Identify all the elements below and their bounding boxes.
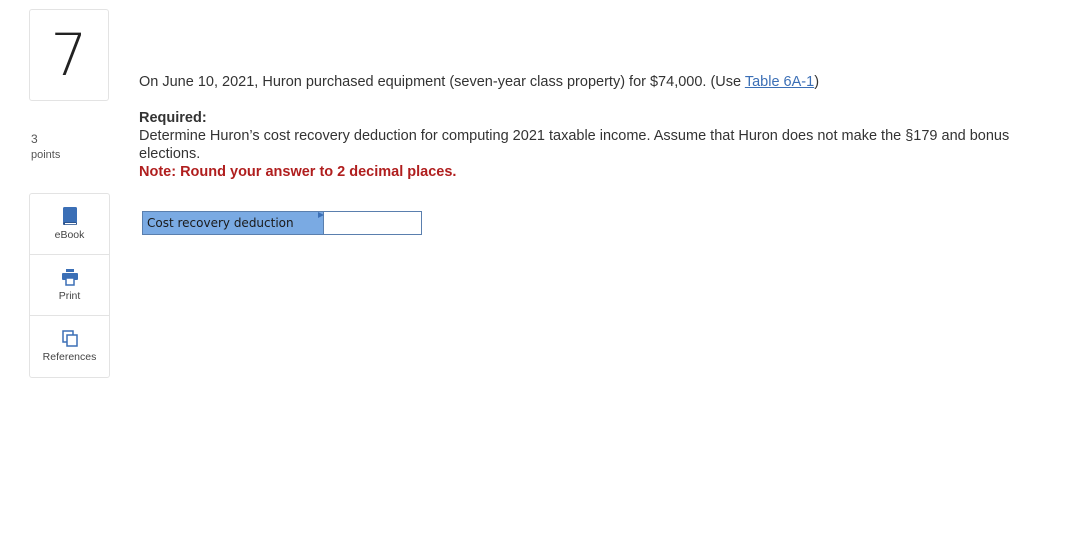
required-heading: Required: — [139, 110, 207, 126]
answer-table: Cost recovery deduction — [142, 211, 422, 235]
cell-marker-icon — [318, 212, 324, 218]
ebook-button[interactable]: eBook — [30, 194, 109, 255]
references-label: References — [42, 351, 97, 363]
print-label: Print — [58, 290, 81, 302]
print-button[interactable]: Print — [30, 255, 109, 316]
points-value: 3 — [31, 132, 38, 146]
printer-icon — [61, 267, 79, 287]
question-page: 7 3 points eBook Print References On Jun… — [0, 0, 1067, 534]
question-intro: On June 10, 2021, Huron purchased equipm… — [139, 72, 1049, 92]
table-6a-1-link[interactable]: Table 6A-1 — [745, 74, 814, 90]
ebook-label: eBook — [54, 229, 85, 241]
points-label: points — [31, 149, 61, 161]
answer-label: Cost recovery deduction — [147, 216, 294, 230]
references-button[interactable]: References — [30, 316, 109, 377]
book-icon — [62, 206, 78, 226]
question-number: 7 — [50, 21, 88, 89]
intro-text: On June 10, 2021, Huron purchased equipm… — [139, 74, 745, 90]
intro-close: ) — [814, 74, 820, 90]
question-body: On June 10, 2021, Huron purchased equipm… — [139, 72, 1049, 181]
question-prompt: Determine Huron’s cost recovery deductio… — [139, 128, 1010, 162]
references-icon — [61, 328, 79, 348]
rounding-note: Note: Round your answer to 2 decimal pla… — [139, 164, 457, 180]
answer-label-cell: Cost recovery deduction — [143, 212, 324, 234]
cost-recovery-deduction-input[interactable] — [323, 212, 421, 234]
tools-panel: eBook Print References — [29, 193, 110, 378]
question-number-box: 7 — [29, 9, 109, 101]
